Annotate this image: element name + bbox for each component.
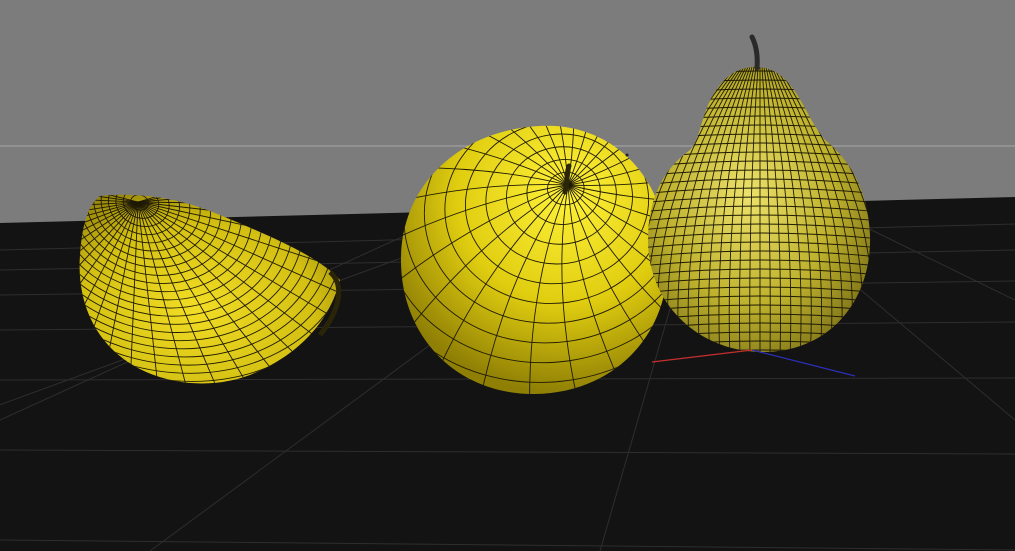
apple-surface	[400, 125, 668, 395]
3d-viewport[interactable]	[0, 0, 1015, 551]
viewport-scene[interactable]	[0, 0, 1015, 551]
apple-stem	[562, 163, 572, 195]
vertex-point	[625, 153, 629, 157]
